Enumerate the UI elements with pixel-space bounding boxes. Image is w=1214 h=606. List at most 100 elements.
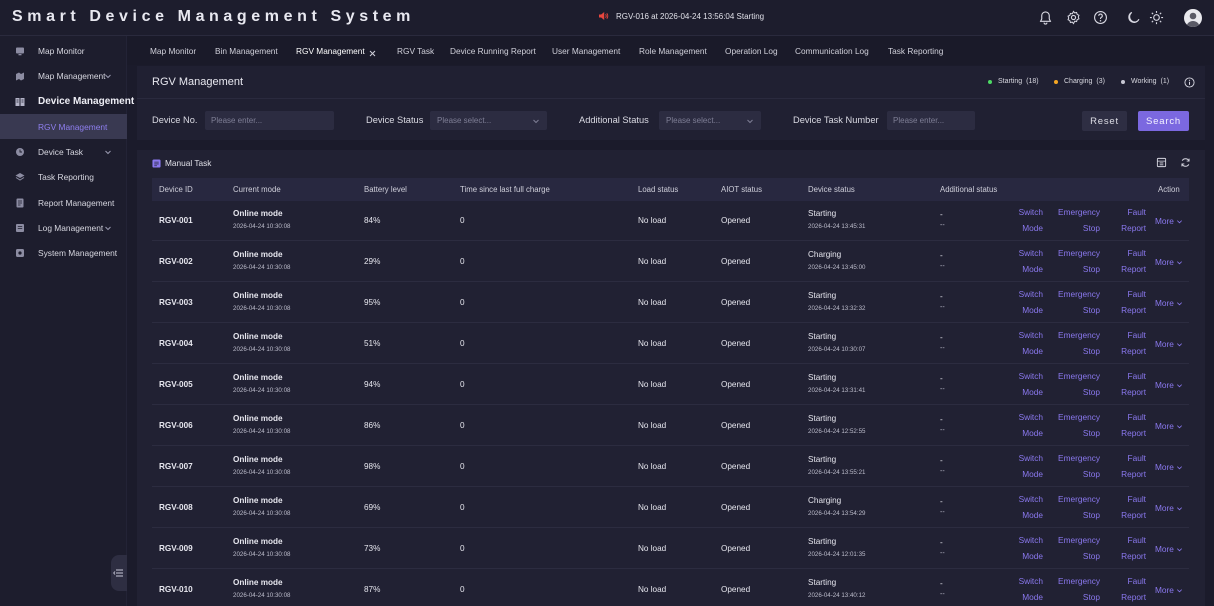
emergency-stop-button[interactable]: Emergency Stop [1058, 287, 1100, 318]
tab-map-monitor[interactable]: Map Monitor [150, 46, 196, 56]
switch-mode-button[interactable]: Switch Mode [1019, 533, 1043, 564]
user-avatar[interactable] [1184, 9, 1202, 27]
more-label: More [1155, 339, 1174, 349]
emergency-stop-button[interactable]: Emergency Stop [1058, 574, 1100, 605]
sidebar-item-map-management[interactable]: Map Management [0, 63, 127, 88]
additional-status-select[interactable]: Please select... [659, 111, 761, 130]
switch-mode-button-line-1: Switch [1018, 412, 1043, 422]
mode-timestamp: 2026-04-24 10:30:08 [233, 592, 291, 599]
refresh-icon[interactable] [1180, 157, 1191, 168]
sidebar-item-device-task[interactable]: Device Task [0, 139, 127, 164]
switch-mode-button[interactable]: Switch Mode [1019, 205, 1043, 236]
switch-mode-button[interactable]: Switch Mode [1019, 287, 1043, 318]
fault-report-button[interactable]: Fault Report [1121, 492, 1146, 523]
sidebar-item-device-management[interactable]: Device Management [0, 89, 134, 114]
fault-report-button-line-2: Report [1121, 304, 1146, 315]
fault-report-button[interactable]: Fault Report [1121, 574, 1146, 605]
tab-user-management[interactable]: User Management [552, 46, 620, 56]
load-status: No load [638, 544, 667, 553]
tab-operation-log[interactable]: Operation Log [725, 46, 778, 56]
tab-rgv-management[interactable]: RGV Management [296, 46, 365, 56]
column-header-aiot-status: AIOT status [721, 185, 763, 194]
manual-task-tab[interactable]: Manual Task [152, 158, 211, 168]
tab-communication-log[interactable]: Communication Log [795, 46, 869, 56]
switch-mode-button[interactable]: Switch Mode [1019, 246, 1043, 277]
emergency-stop-button[interactable]: Emergency Stop [1058, 369, 1100, 400]
alarm-banner[interactable]: RGV-016 at 2026-04-24 13:56:04 Starting [598, 11, 764, 21]
switch-mode-button[interactable]: Switch Mode [1019, 410, 1043, 441]
more-button[interactable]: More [1155, 544, 1183, 554]
more-label: More [1155, 585, 1174, 595]
more-button[interactable]: More [1155, 380, 1183, 390]
fault-report-button[interactable]: Fault Report [1121, 533, 1146, 564]
switch-mode-button[interactable]: Switch Mode [1019, 369, 1043, 400]
additional-status-secondary: -- [940, 304, 945, 311]
layers-icon [15, 172, 25, 182]
switch-mode-button[interactable]: Switch Mode [1019, 328, 1043, 359]
load-status: No load [638, 257, 667, 266]
fault-report-button[interactable]: Fault Report [1121, 451, 1146, 482]
more-button[interactable]: More [1155, 421, 1183, 431]
emergency-stop-button[interactable]: Emergency Stop [1058, 205, 1100, 236]
fault-report-button[interactable]: Fault Report [1121, 205, 1146, 236]
close-tab-icon[interactable] [368, 45, 377, 57]
tab-device-running-report[interactable]: Device Running Report [450, 46, 536, 56]
sidebar-item-log-management[interactable]: Log Management [0, 215, 127, 240]
fault-report-button[interactable]: Fault Report [1121, 369, 1146, 400]
more-button[interactable]: More [1155, 216, 1183, 226]
gear-icon[interactable] [1066, 10, 1081, 25]
table-row: RGV-009 Online mode 2026-04-24 10:30:08 73%… [152, 529, 1189, 569]
emergency-stop-button[interactable]: Emergency Stop [1058, 451, 1100, 482]
sidebar-item-system-management[interactable]: System Management [0, 240, 127, 265]
more-button[interactable]: More [1155, 585, 1183, 595]
bell-icon[interactable] [1038, 10, 1053, 25]
tab-rgv-task[interactable]: RGV Task [397, 46, 434, 56]
device-status: Starting [808, 537, 837, 546]
switch-mode-button[interactable]: Switch Mode [1019, 492, 1043, 523]
sun-icon[interactable] [1149, 10, 1164, 25]
switch-mode-button[interactable]: Switch Mode [1019, 574, 1043, 605]
tab-role-management[interactable]: Role Management [639, 46, 707, 56]
emergency-stop-button-line-1: Emergency [1058, 330, 1100, 340]
sidebar-item-report-management[interactable]: Report Management [0, 190, 127, 215]
more-button[interactable]: More [1155, 503, 1183, 513]
info-icon[interactable] [1184, 77, 1195, 88]
more-button[interactable]: More [1155, 339, 1183, 349]
legend-item-working: Working (1) [1121, 78, 1169, 85]
fault-report-button[interactable]: Fault Report [1121, 328, 1146, 359]
more-button[interactable]: More [1155, 298, 1183, 308]
additional-status-primary: - [940, 374, 943, 383]
column-header-time-since-last-full-charge: Time since last full charge [460, 185, 550, 194]
sidebar-collapse-button[interactable] [111, 555, 127, 591]
device-status-select[interactable]: Please select... [430, 111, 547, 130]
reset-button[interactable]: Reset [1082, 111, 1127, 131]
device-status: Starting [808, 578, 837, 587]
moon-icon[interactable] [1126, 10, 1141, 25]
emergency-stop-button[interactable]: Emergency Stop [1058, 328, 1100, 359]
fault-report-button[interactable]: Fault Report [1121, 246, 1146, 277]
sidebar-item-map-monitor[interactable]: Map Monitor [0, 38, 127, 63]
column-header-load-status: Load status [638, 185, 679, 194]
emergency-stop-button[interactable]: Emergency Stop [1058, 492, 1100, 523]
more-button[interactable]: More [1155, 257, 1183, 267]
time-since-full-charge: 0 [460, 298, 465, 307]
emergency-stop-button[interactable]: Emergency Stop [1058, 533, 1100, 564]
tab-bin-management[interactable]: Bin Management [215, 46, 278, 56]
export-table-icon[interactable] [1156, 157, 1167, 168]
chevron-down-icon [1176, 588, 1182, 592]
help-icon[interactable] [1093, 10, 1108, 25]
more-button[interactable]: More [1155, 462, 1183, 472]
search-button[interactable]: Search [1138, 111, 1189, 131]
sidebar-item-rgv-management[interactable]: RGV Management [0, 114, 127, 139]
task-number-input[interactable] [887, 111, 975, 130]
switch-mode-button[interactable]: Switch Mode [1019, 451, 1043, 482]
sidebar-item-task-reporting[interactable]: Task Reporting [0, 164, 127, 189]
emergency-stop-button[interactable]: Emergency Stop [1058, 410, 1100, 441]
device-no-input[interactable] [205, 111, 334, 130]
emergency-stop-button-line-2: Stop [1082, 263, 1100, 274]
fault-report-button[interactable]: Fault Report [1121, 287, 1146, 318]
tab-task-reporting[interactable]: Task Reporting [888, 46, 943, 56]
fault-report-button[interactable]: Fault Report [1121, 410, 1146, 441]
column-header-battery-level: Battery level [364, 185, 407, 194]
emergency-stop-button[interactable]: Emergency Stop [1058, 246, 1100, 277]
